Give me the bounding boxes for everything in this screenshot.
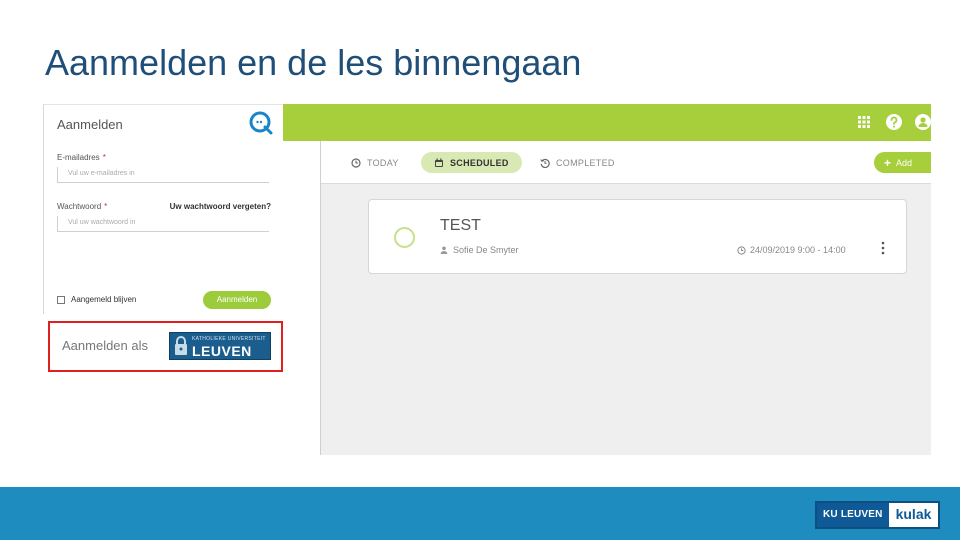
lock-icon bbox=[175, 336, 187, 355]
tab-today-label: TODAY bbox=[367, 157, 399, 168]
more-vertical-icon[interactable] bbox=[880, 241, 886, 255]
history-icon bbox=[540, 158, 550, 168]
clock-icon bbox=[737, 245, 746, 255]
ku-leuven-login-button[interactable]: KATHOLIEKE UNIVERSITEIT LEUVEN bbox=[169, 332, 271, 360]
email-field[interactable]: Vul uw e-mailadres in bbox=[57, 167, 269, 183]
footer-campus: kulak bbox=[888, 503, 939, 527]
session-host-name: Sofie De Smyter bbox=[453, 245, 519, 255]
calendar-icon bbox=[435, 158, 443, 167]
signin-as-box: Aanmelden als KATHOLIEKE UNIVERSITEIT LE… bbox=[48, 321, 283, 372]
clock-icon bbox=[351, 157, 361, 168]
password-field[interactable]: Vul uw wachtwoord in bbox=[57, 216, 269, 232]
provider-name: LEUVEN bbox=[192, 343, 252, 359]
user-icon[interactable] bbox=[914, 113, 932, 131]
session-host: Sofie De Smyter bbox=[440, 245, 519, 255]
tab-scheduled-label: SCHEDULED bbox=[450, 157, 509, 168]
remember-checkbox[interactable] bbox=[57, 295, 65, 304]
login-panel: Aanmelden E-mailadres * Vul uw e-mailadre… bbox=[43, 104, 283, 314]
help-icon[interactable] bbox=[885, 113, 903, 131]
apps-grid-icon[interactable] bbox=[855, 113, 873, 131]
person-icon bbox=[440, 246, 448, 254]
password-label: Wachtwoord * bbox=[57, 202, 108, 211]
session-status-circle[interactable] bbox=[394, 227, 415, 248]
remember-me[interactable]: Aangemeld blijven bbox=[57, 295, 136, 304]
tab-completed[interactable]: COMPLETED bbox=[540, 152, 615, 173]
session-card[interactable]: TEST Sofie De Smyter 24/09/2019 9:00 - 1… bbox=[368, 199, 907, 274]
tab-bar: TODAY SCHEDULED COMPLETED + Add bbox=[321, 141, 931, 184]
signin-as-label: Aanmelden als bbox=[62, 338, 148, 353]
slide: Aanmelden en de les binnengaan Aanmelden… bbox=[0, 0, 960, 540]
kulak-logo: KU LEUVEN kulak bbox=[815, 501, 941, 529]
slide-title: Aanmelden en de les binnengaan bbox=[45, 42, 582, 83]
add-button-label: Add bbox=[896, 157, 913, 168]
footer-brand: KU LEUVEN bbox=[817, 503, 889, 527]
remember-label: Aangemeld blijven bbox=[71, 295, 137, 304]
tab-today[interactable]: TODAY bbox=[351, 152, 399, 173]
session-title: TEST bbox=[440, 217, 481, 234]
plus-icon: + bbox=[884, 155, 892, 170]
app-topbar bbox=[283, 104, 931, 141]
app-sidebar bbox=[283, 141, 321, 455]
login-button[interactable]: Aanmelden bbox=[203, 291, 271, 309]
add-button[interactable]: + Add bbox=[874, 152, 931, 173]
tab-completed-label: COMPLETED bbox=[556, 157, 615, 168]
app-window: TODAY SCHEDULED COMPLETED + Add TEST Sof… bbox=[283, 104, 931, 455]
email-label: E-mailadres * bbox=[57, 153, 106, 162]
session-time: 24/09/2019 9:00 - 14:00 bbox=[737, 245, 846, 255]
forgot-password-link[interactable]: Uw wachtwoord vergeten? bbox=[170, 202, 271, 211]
session-time-text: 24/09/2019 9:00 - 14:00 bbox=[750, 245, 846, 255]
login-title: Aanmelden bbox=[57, 117, 123, 132]
tab-scheduled[interactable]: SCHEDULED bbox=[421, 152, 522, 173]
chat-logo-icon bbox=[249, 111, 273, 135]
provider-subtitle: KATHOLIEKE UNIVERSITEIT bbox=[192, 336, 266, 342]
